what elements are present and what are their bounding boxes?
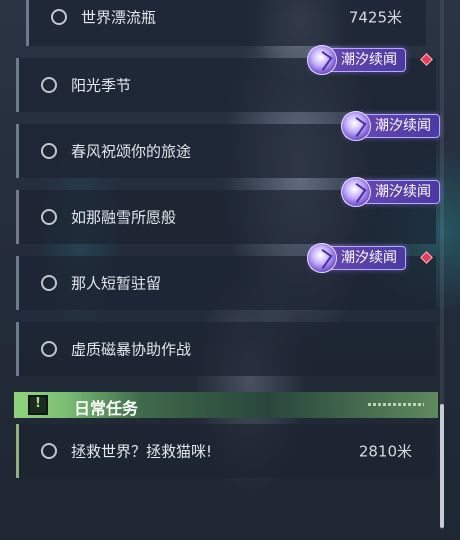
quest-status-circle-icon xyxy=(41,275,57,291)
quest-status-circle-icon xyxy=(41,443,57,459)
quest-status-circle-icon xyxy=(41,209,57,225)
quest-distance: 7425米 xyxy=(348,8,402,27)
quest-item-world-drift-bottle[interactable]: 世界漂流瓶 7425米 xyxy=(26,0,426,46)
tide-story-badge: 潮汐续闻 xyxy=(307,243,406,273)
badge-label: 潮汐续闻 xyxy=(341,52,397,68)
badge-label: 潮汐续闻 xyxy=(341,250,397,266)
quest-status-circle-icon xyxy=(51,9,67,25)
quest-status-circle-icon xyxy=(41,143,57,159)
scrollbar[interactable] xyxy=(440,0,444,530)
tide-story-badge: 潮汐续闻 xyxy=(341,177,440,207)
quest-title: 虚质磁暴协助作战 xyxy=(71,340,192,359)
quest-title: 阳光季节 xyxy=(71,76,132,95)
tide-story-icon xyxy=(307,243,337,273)
tide-story-badge: 潮汐续闻 xyxy=(341,111,440,141)
alert-icon xyxy=(28,395,48,415)
tide-story-icon xyxy=(341,111,371,141)
tide-story-icon xyxy=(341,177,371,207)
quest-list: 世界漂流瓶 7425米 阳光季节 潮汐续闻 春风祝颂你的旅途 潮汐续闻 如那融雪… xyxy=(0,0,460,540)
quest-distance: 2810米 xyxy=(358,442,412,461)
quest-title: 那人短暂驻留 xyxy=(71,274,162,293)
quest-title: 世界漂流瓶 xyxy=(81,8,157,27)
quest-title: 如那融雪所愿般 xyxy=(71,208,177,227)
quest-title: 春风祝颂你的旅途 xyxy=(71,142,192,161)
quest-item-magnetic-storm[interactable]: 虚质磁暴协助作战 xyxy=(16,322,436,376)
header-decoration xyxy=(368,403,424,406)
quest-status-circle-icon xyxy=(41,341,57,357)
badge-label: 潮汐续闻 xyxy=(375,184,431,200)
badge-label: 潮汐续闻 xyxy=(375,118,431,134)
section-title: 日常任务 xyxy=(74,399,139,418)
scrollbar-thumb[interactable] xyxy=(440,404,444,528)
quest-title: 拯救世界？拯救猫咪! xyxy=(71,442,213,461)
quest-item-save-cat[interactable]: 拯救世界？拯救猫咪! 2810米 xyxy=(16,424,436,478)
daily-tasks-header[interactable]: 日常任务 xyxy=(14,392,438,418)
tide-story-icon xyxy=(307,45,337,75)
quest-status-circle-icon xyxy=(41,77,57,93)
tide-story-badge: 潮汐续闻 xyxy=(307,45,406,75)
